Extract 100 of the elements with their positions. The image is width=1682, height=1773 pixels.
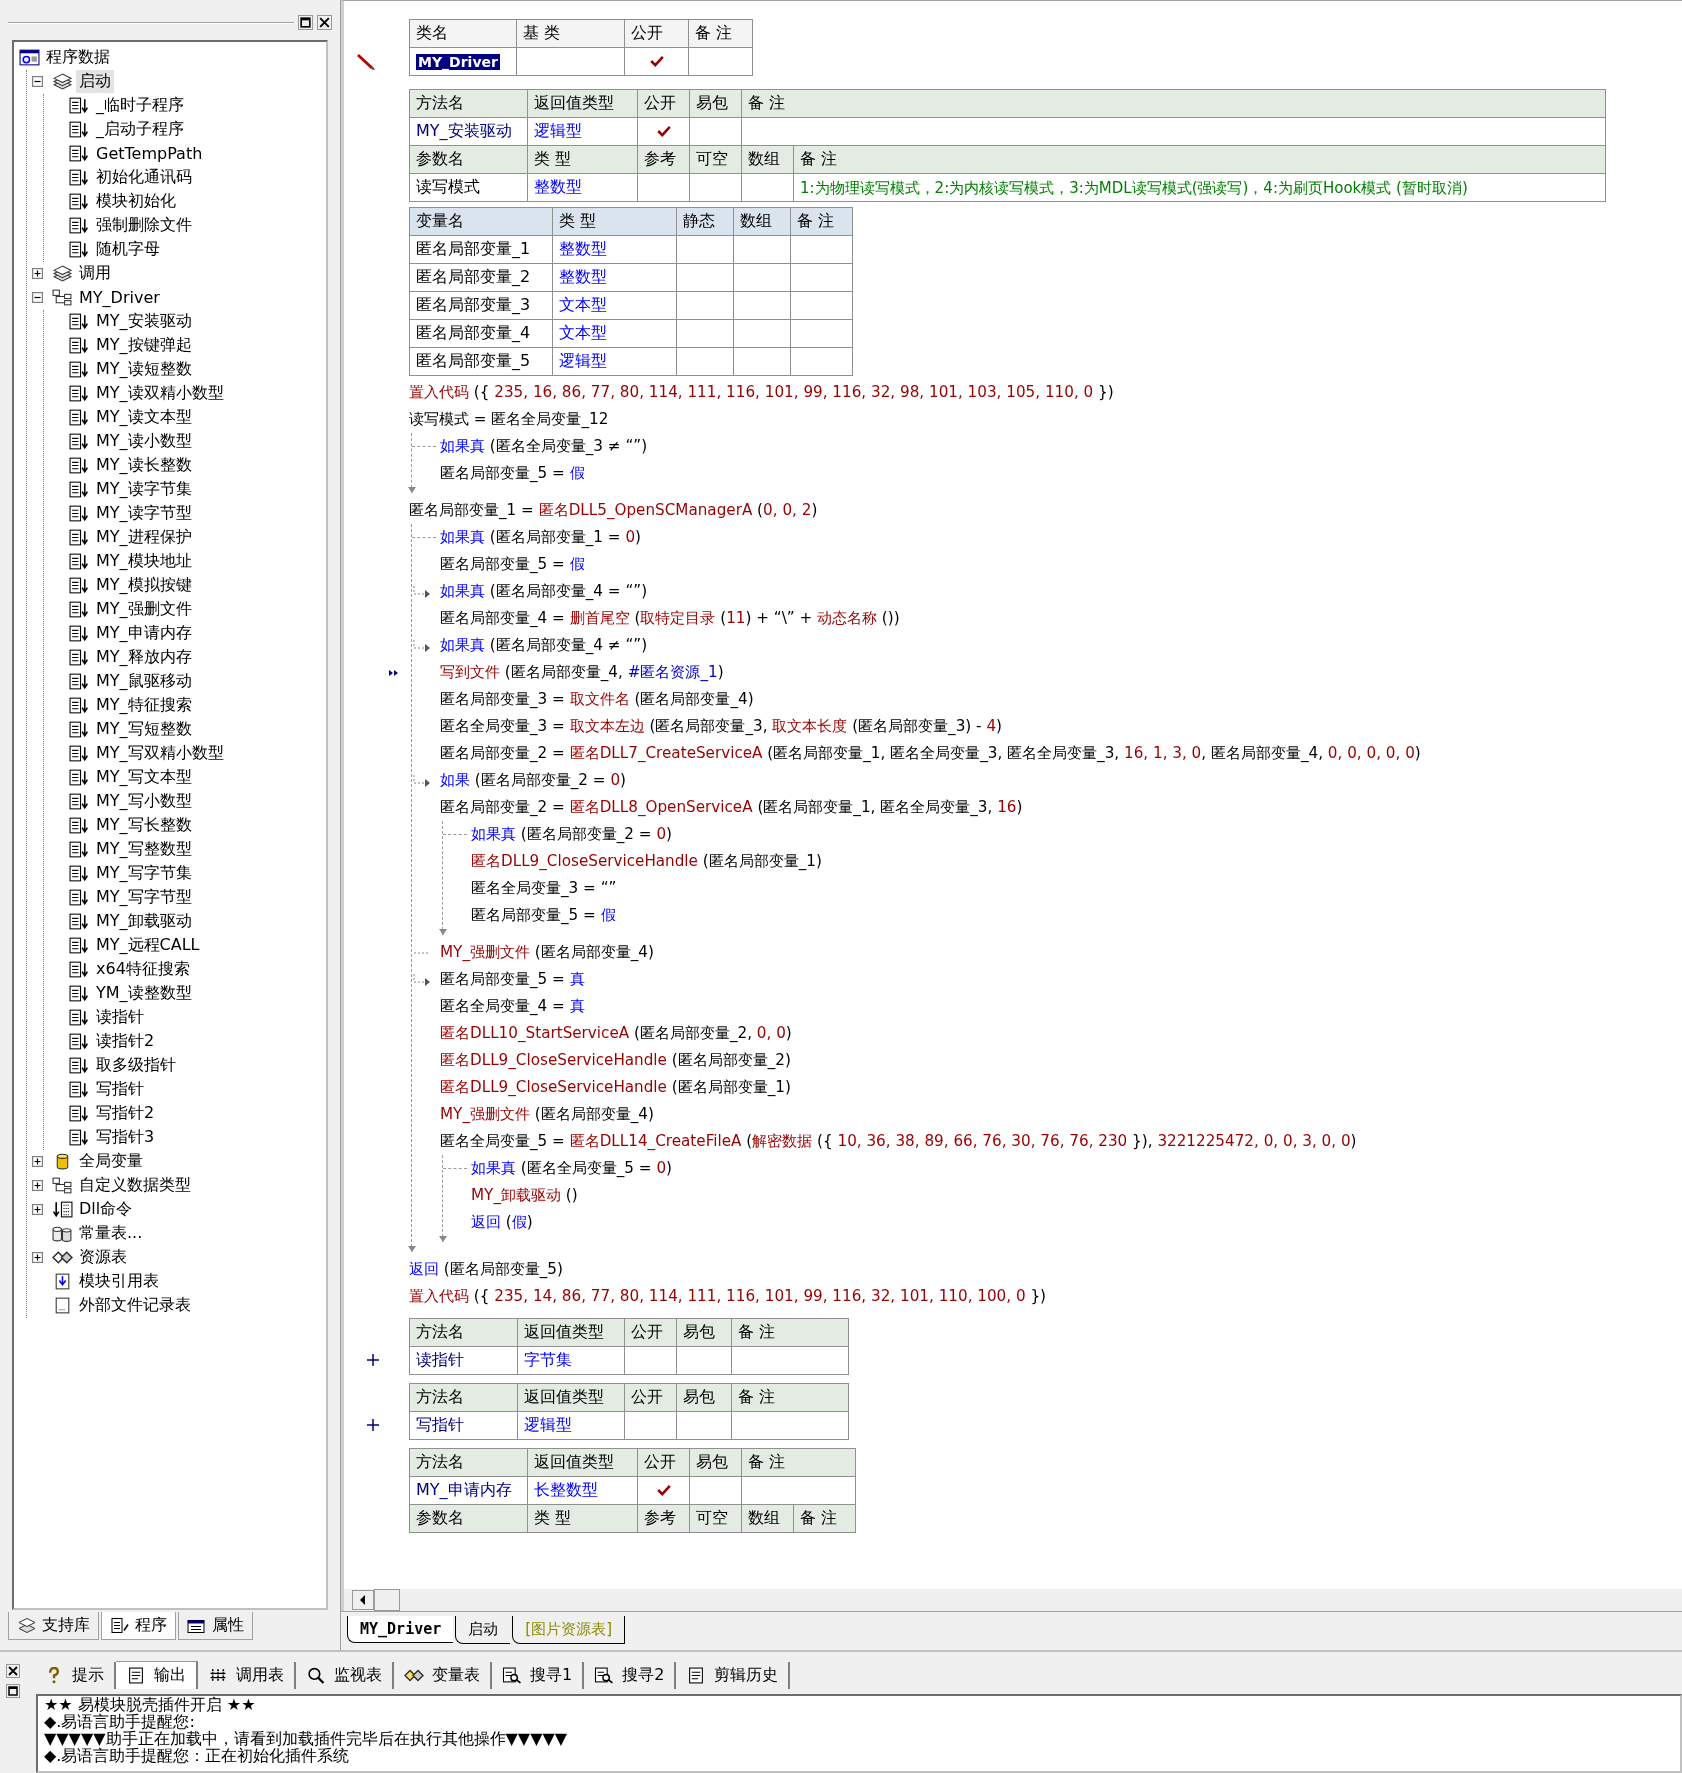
tree-item[interactable]: 程序数据 bbox=[43, 46, 113, 70]
code-line: 匿名DLL9_CloseServiceHandle (匿名局部变量_2) bbox=[440, 1050, 791, 1071]
file-tab[interactable]: MY_Driver bbox=[347, 1616, 454, 1644]
tree-item[interactable]: MY_远程CALL bbox=[93, 934, 203, 958]
panel-tab[interactable]: 变量表 bbox=[394, 1661, 492, 1689]
code-line: 如果真 (匿名全局变量_3 ≠ “”) bbox=[440, 436, 648, 457]
tree-item[interactable]: 读指针 bbox=[93, 1006, 147, 1030]
tree-item[interactable]: MY_读字节型 bbox=[93, 502, 195, 526]
tree-item[interactable]: YM_读整数型 bbox=[93, 982, 195, 1006]
collapse-toggle[interactable] bbox=[32, 292, 43, 304]
tree-item[interactable]: MY_写长整数 bbox=[93, 814, 195, 838]
tree-item[interactable]: 读指针2 bbox=[93, 1030, 158, 1054]
tree-item[interactable]: _启动子程序 bbox=[93, 118, 187, 142]
tree-item[interactable]: MY_读短整数 bbox=[93, 358, 195, 382]
code-line: 匿名局部变量_2 = 匿名DLL8_OpenServiceA (匿名局部变量_1, 匿名全局变量_3, 16) bbox=[440, 797, 1023, 818]
document-arrow-icon bbox=[69, 649, 90, 667]
panel-tab[interactable]: 搜寻1 bbox=[492, 1661, 585, 1689]
panel-tab[interactable]: 调用表 bbox=[198, 1661, 296, 1689]
tree-item[interactable]: MY_进程保护 bbox=[93, 526, 195, 550]
tree-item[interactable]: 调用 bbox=[76, 262, 114, 286]
expand-toggle[interactable] bbox=[32, 1156, 43, 1168]
tree-item[interactable]: MY_卸载驱动 bbox=[93, 910, 195, 934]
tree-item[interactable]: 强制删除文件 bbox=[93, 214, 195, 238]
restore-icon[interactable] bbox=[6, 1684, 20, 1698]
tree-item[interactable]: MY_模块地址 bbox=[93, 550, 195, 574]
tree-item[interactable]: GetTempPath bbox=[93, 143, 206, 165]
panel-tab[interactable]: 支持库 bbox=[8, 1612, 99, 1641]
tree-item[interactable]: MY_鼠驱移动 bbox=[93, 670, 195, 694]
tree-item[interactable]: MY_读字节集 bbox=[93, 478, 195, 502]
tree-item[interactable]: MY_按键弹起 bbox=[93, 334, 195, 358]
document-arrow-icon bbox=[69, 433, 90, 451]
tree-item[interactable]: 外部文件记录表 bbox=[76, 1294, 194, 1318]
panel-tab[interactable]: 搜寻2 bbox=[584, 1661, 677, 1689]
close-icon[interactable] bbox=[6, 1664, 20, 1678]
tree-item[interactable]: MY_写字节集 bbox=[93, 862, 195, 886]
tree-item[interactable]: MY_写字节型 bbox=[93, 886, 195, 910]
column-header: 返回值类型 bbox=[527, 1448, 638, 1477]
tree-item[interactable]: MY_Driver bbox=[76, 287, 163, 309]
tree-item[interactable]: MY_写文本型 bbox=[93, 766, 195, 790]
tree-item[interactable]: 自定义数据类型 bbox=[76, 1174, 194, 1198]
panel-tab[interactable]: 属性 bbox=[178, 1612, 253, 1641]
tree-item[interactable]: Dll命令 bbox=[76, 1198, 136, 1222]
tree-item[interactable]: 写指针2 bbox=[93, 1102, 158, 1126]
tree-item[interactable]: 启动 bbox=[76, 70, 114, 94]
tree-item[interactable]: MY_写小数型 bbox=[93, 790, 195, 814]
tree-item[interactable]: MY_写短整数 bbox=[93, 718, 195, 742]
tree-item[interactable]: MY_读双精小数型 bbox=[93, 382, 227, 406]
column-header: 备 注 bbox=[793, 1504, 856, 1533]
tree-item[interactable]: _临时子程序 bbox=[93, 94, 187, 118]
collapse-toggle[interactable] bbox=[32, 76, 43, 88]
tree-item[interactable]: MY_写双精小数型 bbox=[93, 742, 227, 766]
tree-item[interactable]: 初始化通讯码 bbox=[93, 166, 195, 190]
panel-tab[interactable]: 监视表 bbox=[296, 1661, 394, 1689]
scroll-left-button[interactable] bbox=[352, 1590, 374, 1611]
panel-tab[interactable]: 输出 bbox=[116, 1661, 198, 1689]
column-header: 返回值类型 bbox=[517, 1318, 625, 1347]
tree-item[interactable]: MY_读小数型 bbox=[93, 430, 195, 454]
restore-icon[interactable] bbox=[298, 15, 313, 31]
tree-item[interactable]: 写指针3 bbox=[93, 1126, 158, 1150]
scrollbar-thumb[interactable] bbox=[374, 1589, 400, 1612]
tree-item[interactable]: 资源表 bbox=[76, 1246, 130, 1270]
tree-item[interactable]: MY_特征搜索 bbox=[93, 694, 195, 718]
type-name: 逻辑型 bbox=[524, 1415, 572, 1434]
expand-toggle[interactable] bbox=[32, 268, 43, 280]
expand-toggle[interactable] bbox=[32, 1204, 43, 1216]
expand-icon[interactable] bbox=[367, 1418, 379, 1431]
tree-item[interactable]: 随机字母 bbox=[93, 238, 163, 262]
tree-item[interactable]: 常量表... bbox=[76, 1222, 146, 1246]
param-name: 读写模式 bbox=[416, 177, 480, 196]
file-tab[interactable]: 启动 bbox=[455, 1616, 511, 1645]
type-name: 整数型 bbox=[559, 267, 607, 286]
stack-icon bbox=[52, 73, 73, 91]
expand-toggle[interactable] bbox=[32, 1180, 43, 1192]
expand-icon[interactable] bbox=[367, 1353, 379, 1366]
tree-item[interactable]: MY_读文本型 bbox=[93, 406, 195, 430]
tree-item[interactable]: 模块引用表 bbox=[76, 1270, 162, 1294]
tree-item[interactable]: MY_读长整数 bbox=[93, 454, 195, 478]
tree-item[interactable]: x64特征搜索 bbox=[93, 958, 193, 982]
tree-item[interactable]: MY_申请内存 bbox=[93, 622, 195, 646]
tree-item[interactable]: 写指针 bbox=[93, 1078, 147, 1102]
document-arrow-icon bbox=[69, 721, 90, 739]
panel-tab[interactable]: 程序 bbox=[101, 1612, 176, 1641]
pencil-icon bbox=[356, 51, 376, 71]
expand-toggle[interactable] bbox=[32, 1252, 43, 1264]
close-icon[interactable] bbox=[317, 15, 332, 31]
diamonds-icon bbox=[52, 1249, 73, 1267]
document-arrow-icon bbox=[69, 1129, 90, 1147]
document-search-icon bbox=[594, 1666, 615, 1684]
tree-item[interactable]: 全局变量 bbox=[76, 1150, 146, 1174]
tree-item[interactable]: MY_模拟按键 bbox=[93, 574, 195, 598]
tree-item[interactable]: MY_写整数型 bbox=[93, 838, 195, 862]
panel-tab[interactable]: 剪辑历史 bbox=[676, 1661, 791, 1689]
tree-item[interactable]: MY_释放内存 bbox=[93, 646, 195, 670]
tree-item[interactable]: 取多级指针 bbox=[93, 1054, 179, 1078]
output-line: ▼▼▼▼▼助手正在加载中，请看到加载插件完毕后在执行其他操作▼▼▼▼▼ bbox=[44, 1730, 569, 1747]
code-line: 匿名局部变量_5 = 假 bbox=[440, 554, 585, 575]
tree-item[interactable]: MY_强删文件 bbox=[93, 598, 195, 622]
tree-item[interactable]: 模块初始化 bbox=[93, 190, 179, 214]
class-name[interactable]: MY_Driver bbox=[416, 54, 500, 70]
tree-item[interactable]: MY_安装驱动 bbox=[93, 310, 195, 334]
